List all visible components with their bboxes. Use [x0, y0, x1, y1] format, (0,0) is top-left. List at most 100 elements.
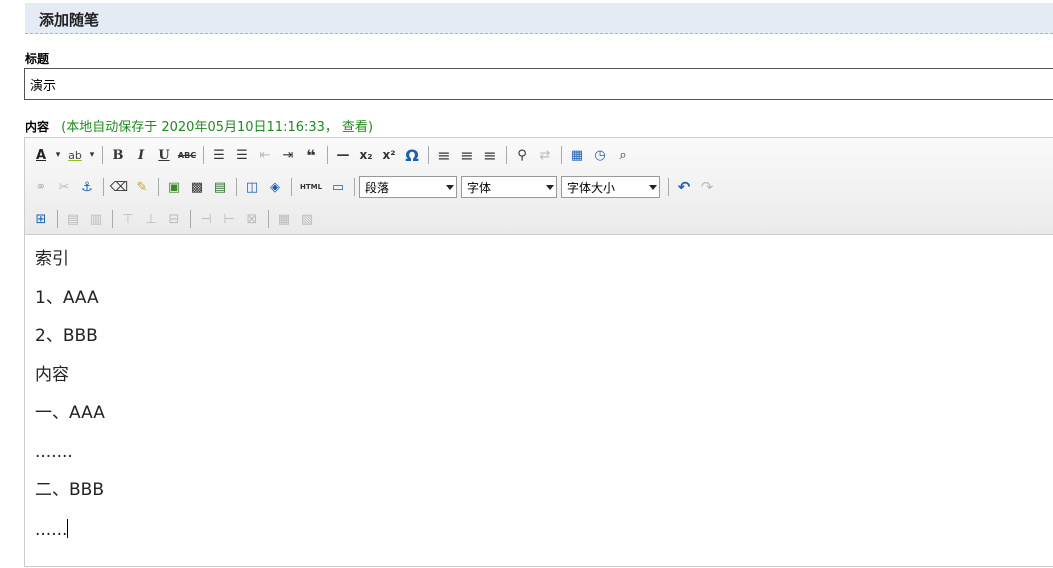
bold-icon[interactable]: B	[107, 144, 129, 166]
content-line: 1、AAA	[35, 287, 99, 308]
paragraph-select[interactable]: 段落	[359, 176, 457, 198]
insert-table-icon[interactable]: ⊞	[30, 208, 52, 230]
align-right-icon[interactable]: ≡	[479, 144, 501, 166]
delete-col-icon[interactable]: ⊠	[241, 208, 263, 230]
content-label: 内容	[25, 120, 50, 134]
autosave-view-link[interactable]: 查看	[342, 120, 368, 135]
html-source-icon[interactable]: HTML	[296, 176, 326, 198]
text-color-dropdown-icon[interactable]: ▾	[53, 144, 63, 166]
numbered-list-icon[interactable]: ☰	[231, 144, 253, 166]
toolbar-separator	[506, 146, 507, 164]
blockquote-icon[interactable]: ❝	[300, 144, 322, 166]
insert-col-after-icon[interactable]: ⊢	[218, 208, 240, 230]
insert-date-icon[interactable]: ▦	[566, 144, 588, 166]
eraser-icon[interactable]: ⌫	[108, 176, 130, 198]
content-line: 索引	[35, 249, 69, 269]
insert-row-after-icon[interactable]: ⊥	[140, 208, 162, 230]
font-size-select-value: 字体大小	[567, 180, 616, 195]
unlink-icon[interactable]: ✂	[53, 176, 75, 198]
content-line: ......	[35, 519, 68, 540]
highlight-dropdown-icon[interactable]: ▾	[87, 144, 97, 166]
content-line: 2、BBB	[35, 326, 98, 346]
autosave-text: (本地自动保存于 2020年05月10日11:16:33，	[61, 120, 338, 135]
editor-toolbar: A ▾ ab ▾ B I U ABC ☰ ☰ ⇤ ⇥ ❝ — x₂ x² Ω ≡…	[25, 138, 1053, 235]
preview-icon[interactable]: ⌕	[612, 144, 634, 166]
superscript-icon[interactable]: x²	[378, 144, 400, 166]
highlight-color-icon[interactable]: ab	[64, 144, 86, 166]
bullet-list-icon[interactable]: ☰	[208, 144, 230, 166]
toolbar-separator	[327, 146, 328, 164]
toolbar-separator	[291, 178, 292, 196]
toolbar-separator	[57, 210, 58, 228]
content-line-last: ......	[35, 518, 1053, 558]
underline-icon[interactable]: U	[153, 144, 175, 166]
toolbar-separator	[561, 146, 562, 164]
anchor-icon[interactable]: ⚓	[76, 176, 98, 198]
text-caret	[67, 518, 69, 538]
toolbar-separator	[236, 178, 237, 196]
autosave-close: )	[367, 120, 374, 135]
page-title: 添加随笔	[39, 11, 100, 29]
title-input[interactable]	[24, 68, 1053, 100]
fullscreen-icon[interactable]: ▭	[327, 176, 349, 198]
cell-props-icon[interactable]: ▥	[85, 208, 107, 230]
content-line: 二、BBB	[35, 480, 104, 500]
code-block-icon[interactable]: ◈	[264, 176, 286, 198]
indent-icon[interactable]: ⇥	[277, 144, 299, 166]
strikethrough-icon[interactable]: ABC	[176, 144, 198, 166]
content-line: 一、AAA	[35, 403, 105, 423]
toolbar-row-2: ⚭ ✂ ⚓ ⌫ ✎ ▣ ▩ ▤ ◫ ◈ HTML ▭ 段落 字体 字体大小 ↶ …	[30, 173, 719, 201]
insert-time-icon[interactable]: ◷	[589, 144, 611, 166]
merge-cells-icon[interactable]: ▦	[273, 208, 295, 230]
clean-format-icon[interactable]: ✎	[131, 176, 153, 198]
toolbar-separator	[354, 178, 355, 196]
subscript-icon[interactable]: x₂	[355, 144, 377, 166]
find-icon[interactable]: ⚲	[511, 144, 533, 166]
insert-media-icon[interactable]: ▤	[209, 176, 231, 198]
autosave-status: (本地自动保存于 2020年05月10日11:16:33， 查看)	[61, 120, 373, 135]
insert-image-icon[interactable]: ▣	[163, 176, 185, 198]
toolbar-row-1: A ▾ ab ▾ B I U ABC ☰ ☰ ⇤ ⇥ ❝ — x₂ x² Ω ≡…	[30, 141, 635, 169]
insert-code-icon[interactable]: ◫	[241, 176, 263, 198]
toolbar-row-3: ⊞ ▤ ▥ ⊤ ⊥ ⊟ ⊣ ⊢ ⊠ ▦ ▧	[30, 205, 319, 233]
toolbar-separator	[158, 178, 159, 196]
align-left-icon[interactable]: ≡	[433, 144, 455, 166]
delete-row-icon[interactable]: ⊟	[163, 208, 185, 230]
toolbar-separator	[112, 210, 113, 228]
insert-col-before-icon[interactable]: ⊣	[195, 208, 217, 230]
split-cells-icon[interactable]: ▧	[296, 208, 318, 230]
content-label-row: 内容 (本地自动保存于 2020年05月10日11:16:33， 查看)	[25, 116, 373, 135]
page-header: 添加随笔	[25, 3, 1053, 34]
title-label: 标题	[25, 52, 50, 66]
table-props-icon[interactable]: ▤	[62, 208, 84, 230]
toolbar-separator	[668, 178, 669, 196]
undo-icon[interactable]: ↶	[673, 176, 695, 198]
toolbar-separator	[268, 210, 269, 228]
font-family-select-value: 字体	[467, 180, 492, 195]
content-line: .......	[35, 441, 73, 462]
horizontal-rule-icon[interactable]: —	[332, 144, 354, 166]
chevron-down-icon	[649, 185, 657, 190]
toolbar-separator	[102, 146, 103, 164]
toolbar-separator	[190, 210, 191, 228]
insert-row-before-icon[interactable]: ⊤	[117, 208, 139, 230]
chevron-down-icon	[446, 185, 454, 190]
align-center-icon[interactable]: ≡	[456, 144, 478, 166]
toolbar-separator	[428, 146, 429, 164]
outdent-icon[interactable]: ⇤	[254, 144, 276, 166]
text-color-icon[interactable]: A	[30, 144, 52, 166]
image-manager-icon[interactable]: ▩	[186, 176, 208, 198]
paragraph-select-value: 段落	[365, 180, 390, 195]
redo-icon[interactable]: ↷	[696, 176, 718, 198]
editor-content-area[interactable]: 索引 1、AAA 2、BBB 内容 一、AAA ....... 二、BBB ..…	[25, 235, 1053, 568]
rich-text-editor: A ▾ ab ▾ B I U ABC ☰ ☰ ⇤ ⇥ ❝ — x₂ x² Ω ≡…	[24, 137, 1053, 567]
toolbar-separator	[103, 178, 104, 196]
replace-icon[interactable]: ⇄	[534, 144, 556, 166]
chevron-down-icon	[546, 185, 554, 190]
font-family-select[interactable]: 字体	[461, 176, 557, 198]
font-size-select[interactable]: 字体大小	[561, 176, 660, 198]
special-char-icon[interactable]: Ω	[401, 144, 423, 166]
link-icon[interactable]: ⚭	[30, 176, 52, 198]
content-line: 内容	[35, 364, 69, 385]
italic-icon[interactable]: I	[130, 144, 152, 166]
